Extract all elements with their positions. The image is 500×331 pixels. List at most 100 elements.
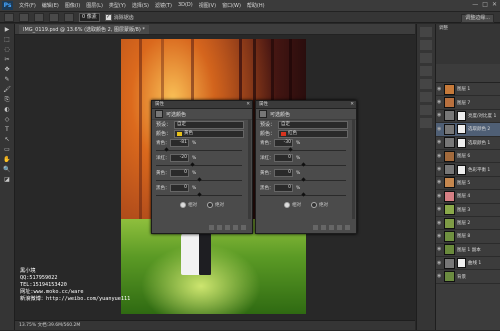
layer-row[interactable]: ◉ 图层 2 [436,217,500,231]
layer-mask-thumbnail[interactable] [457,137,466,148]
radio-relative[interactable]: 相对 [180,202,197,208]
slider-track[interactable] [260,177,346,182]
menu-item-1[interactable]: 编辑(E) [42,2,59,9]
dock-panel-icon[interactable] [420,40,432,50]
eye-icon[interactable]: ◉ [437,86,442,92]
layer-row[interactable]: ◉ 选取颜色 1 [436,137,500,150]
eye-icon[interactable]: ◉ [437,140,442,145]
tool-icon-12[interactable]: ▭ [2,145,12,154]
tool-icon-7[interactable]: ⎘ [2,95,12,104]
clip-icon[interactable] [209,225,214,230]
radio-absolute[interactable]: 绝对 [311,202,328,208]
slider-track[interactable] [260,147,346,152]
tool-icon-14[interactable]: 🔍 [2,165,12,174]
tool-icon-13[interactable]: ✋ [2,155,12,164]
close-window-button[interactable]: ✕ [492,1,497,8]
layer-row[interactable]: ◉ 图层 7 [436,96,500,110]
dock-panel-icon[interactable] [420,27,432,37]
menu-item-10[interactable]: 帮助(H) [247,2,265,9]
eye-icon[interactable]: ◉ [437,126,442,132]
radio-relative[interactable]: 相对 [284,202,301,208]
eye-icon[interactable]: ◉ [437,180,442,185]
layer-row[interactable]: ◉ 亮度/对比度 1 [436,110,500,124]
slider-value-field[interactable]: 0 [274,154,293,162]
preset-select[interactable]: 自定 [174,120,244,129]
menu-item-0[interactable]: 文件(F) [19,2,36,9]
add-selection-button[interactable] [34,12,44,22]
subtract-selection-button[interactable] [49,12,59,22]
radio-absolute[interactable]: 绝对 [207,202,224,208]
eye-icon[interactable]: ◉ [437,193,442,199]
eye-icon[interactable]: ◉ [437,113,442,118]
view-previous-icon[interactable] [217,225,222,230]
tool-icon-11[interactable]: ↖ [2,135,12,144]
eye-icon[interactable]: ◉ [437,220,442,226]
eye-icon[interactable]: ◉ [437,260,442,266]
tool-icon-0[interactable]: ▶ [2,25,12,34]
slider-knob[interactable] [190,162,195,167]
slider-value-field[interactable]: 0 [274,169,293,177]
slider-value-field[interactable]: -20 [170,154,189,162]
tool-icon-15[interactable]: ◪ [2,175,12,184]
slider-knob[interactable] [301,192,306,197]
menu-item-5[interactable]: 选择(S) [132,2,149,9]
reset-icon[interactable] [225,225,230,230]
layer-row[interactable]: ◉ 图层 1 [436,83,500,97]
minimize-button[interactable]: — [472,1,478,8]
layer-mask-thumbnail[interactable] [457,258,466,269]
layer-row[interactable]: ◉ 图层 8 [436,230,500,244]
slider-track[interactable] [156,192,242,197]
slider-track[interactable] [260,192,346,197]
new-selection-button[interactable] [19,12,29,22]
layer-mask-thumbnail[interactable] [457,110,466,121]
view-previous-icon[interactable] [321,225,326,230]
visibility-icon[interactable] [233,225,238,230]
slider-track[interactable] [260,162,346,167]
menu-item-4[interactable]: 类型(Y) [109,2,126,9]
tool-icon-10[interactable]: T [2,125,12,134]
feather-field[interactable]: 0 像素 [79,12,100,22]
dock-panel-icon[interactable] [420,105,432,115]
slider-track[interactable] [156,177,242,182]
slider-track[interactable] [156,147,242,152]
layer-row[interactable]: ◉ 图层 4 [436,190,500,204]
maximize-button[interactable]: □ [482,1,488,8]
close-icon[interactable]: ✕ [246,101,250,108]
menu-item-7[interactable]: 3D(D) [178,2,193,9]
eye-icon[interactable]: ◉ [437,274,442,279]
panel-scrollbar[interactable] [248,119,251,219]
slider-knob[interactable] [301,162,306,167]
menu-item-2[interactable]: 图像(I) [65,2,80,9]
eye-icon[interactable]: ◉ [437,247,442,252]
slider-knob[interactable] [197,177,202,182]
eye-icon[interactable]: ◉ [437,167,442,172]
slider-value-field[interactable]: 0 [274,184,293,192]
eye-icon[interactable]: ◉ [437,207,442,212]
slider-knob[interactable] [288,147,293,152]
trash-icon[interactable] [345,225,350,230]
dock-panel-icon[interactable] [420,79,432,89]
layer-row[interactable]: ◉ 图层 6 [436,150,500,164]
dock-panel-icon[interactable] [420,53,432,63]
panel-scrollbar[interactable] [352,119,355,219]
tool-icon-8[interactable]: ◐ [2,105,12,114]
layer-mask-thumbnail[interactable] [457,164,466,175]
dock-panel-icon[interactable] [420,66,432,76]
tool-icon-2[interactable]: ◌ [2,45,12,54]
eye-icon[interactable]: ◉ [437,233,442,239]
slider-knob[interactable] [197,192,202,197]
eye-icon[interactable]: ◉ [437,153,442,159]
slider-track[interactable] [156,162,242,167]
menu-item-9[interactable]: 窗口(W) [222,2,241,9]
eye-icon[interactable]: ◉ [437,100,442,105]
intersect-selection-button[interactable] [64,12,74,22]
layer-row[interactable]: ◉ 背景 [436,270,500,284]
menu-item-6[interactable]: 滤镜(T) [155,2,172,9]
layer-row[interactable]: ◉ 曲线 1 [436,257,500,271]
close-icon[interactable]: ✕ [350,101,354,108]
slider-value-field[interactable]: -81 [170,139,189,147]
marquee-preset-button[interactable] [4,12,14,22]
menu-item-8[interactable]: 视图(V) [199,2,216,9]
visibility-icon[interactable] [337,225,342,230]
tool-icon-9[interactable]: ◇ [2,115,12,124]
